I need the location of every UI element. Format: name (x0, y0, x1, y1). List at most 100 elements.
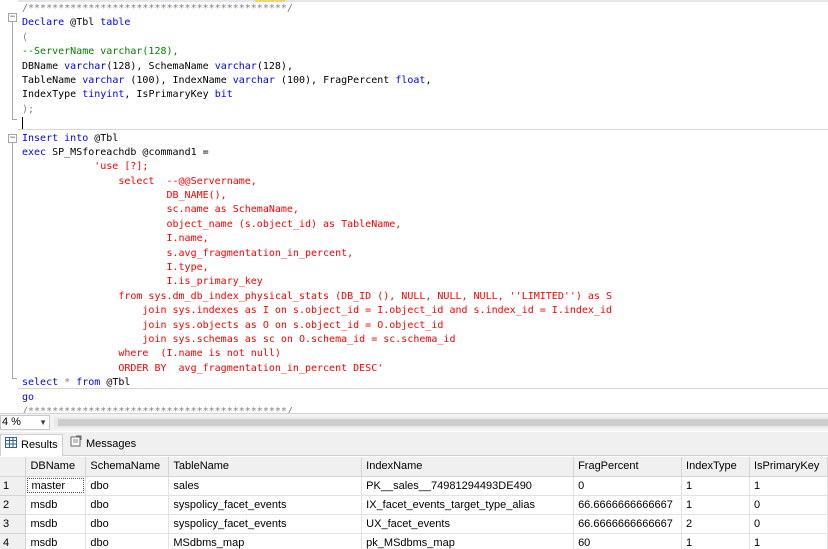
tab-results[interactable]: Results (0, 434, 63, 456)
code-line: object_name (s.object_id) as TableName, (22, 218, 828, 232)
code-line: IndexType tinyint, IsPrimaryKey bit (22, 88, 828, 102)
column-header[interactable]: TableName (168, 457, 363, 477)
scrollbar-thumb[interactable] (58, 419, 828, 426)
code-token: s.avg_fragmentation_in_percent, (22, 247, 354, 259)
grid-cell[interactable]: 1 (681, 476, 750, 496)
code-line: from sys.dm_db_index_physical_stats (DB_… (22, 290, 828, 304)
grid-cell[interactable]: dbo (85, 533, 170, 549)
code-token: @Tbl (64, 17, 101, 29)
code-line: Insert into @Tbl (22, 132, 828, 146)
grid-cell[interactable]: UX_facet_events (361, 514, 575, 534)
column-header[interactable]: FragPercent (573, 457, 683, 477)
code-token: (128), (256, 60, 293, 72)
grid-cell[interactable]: 1 (749, 533, 828, 549)
code-token: I.name, (22, 233, 209, 245)
grid-cell[interactable]: syspolicy_facet_events (168, 514, 363, 534)
code-token: --ServerName varchar(128), (22, 46, 179, 58)
grid-cell[interactable]: 0 (749, 514, 828, 534)
grid-cell[interactable]: syspolicy_facet_events (168, 495, 363, 515)
code-token: ( (22, 31, 29, 43)
code-line (22, 117, 828, 131)
grid-cell[interactable]: dbo (85, 514, 170, 534)
code-token: ); (22, 103, 35, 115)
grid-corner[interactable] (0, 457, 27, 477)
grid-cell[interactable]: 0 (573, 476, 683, 496)
grid-cell[interactable]: PK__sales__74981294493DE490 (361, 476, 575, 496)
code-line: DB_NAME(), (22, 189, 828, 203)
grid-cell[interactable]: pk_MSdbms_map (361, 533, 575, 549)
row-number[interactable]: 1 (0, 476, 27, 496)
code-token: @Tbl (88, 132, 119, 144)
code-token: , IsPrimaryKey (124, 89, 215, 101)
collapse-insert-icon[interactable]: − (8, 134, 17, 143)
code-token: (128), SchemaName (106, 60, 215, 72)
code-token: table (100, 17, 131, 29)
code-token: join sys.objects as O on s.object_id = O… (22, 319, 444, 331)
collapse-declare-icon[interactable]: − (8, 13, 17, 22)
code-line: join sys.schemas as sc on O.schema_id = … (22, 333, 828, 347)
code-line: s.avg_fragmentation_in_percent, (22, 247, 828, 261)
grid-cell[interactable]: IX_facet_events_target_type_alias (361, 495, 575, 515)
code-token: varchar (232, 74, 275, 86)
grid-cell[interactable]: msdb (25, 514, 87, 534)
code-line: I.name, (22, 232, 828, 246)
grid-cell[interactable]: 1 (681, 533, 750, 549)
table-row[interactable]: 3 msdb dbo syspolicy_facet_events UX_facet_e… (0, 514, 828, 534)
grid-header-row: DBName SchemaName TableName IndexName FragPe… (0, 457, 828, 477)
code-token: where (I.name is not null) (22, 348, 281, 360)
code-token: 'use [?]; (22, 161, 149, 173)
grid-cell[interactable]: 0 (749, 495, 828, 515)
grid-cell[interactable]: 1 (681, 495, 750, 515)
code-line: ( (22, 31, 828, 45)
query-editor[interactable]: − − /***********************************… (0, 0, 828, 413)
grid-cell[interactable]: 66.6666666666667 (573, 495, 683, 515)
code-token: varchar (64, 60, 107, 72)
horizontal-scrollbar[interactable] (54, 417, 828, 428)
code-token: join sys.schemas as sc on O.schema_id = … (22, 333, 456, 345)
column-header[interactable]: IndexName (361, 457, 575, 477)
zoom-dropdown[interactable]: 4 % ▼ (0, 415, 50, 430)
code-token: IndexType (22, 89, 83, 101)
code-token: DB_NAME(), (22, 190, 227, 202)
row-number[interactable]: 4 (0, 533, 27, 549)
chevron-down-icon[interactable]: ▼ (39, 416, 47, 429)
code-text[interactable]: /***************************************… (22, 2, 828, 413)
code-token: go (22, 391, 35, 403)
column-header[interactable]: DBName (25, 457, 87, 477)
code-line: 'use [?]; (22, 160, 828, 174)
grid-cell[interactable]: msdb (25, 533, 87, 549)
grid-cell[interactable]: 60 (573, 533, 683, 549)
selected-cell[interactable]: master (25, 476, 87, 496)
tab-messages-label: Messages (86, 438, 137, 450)
code-token: bit (214, 89, 233, 101)
code-token: (100), FragPercent (274, 74, 396, 86)
code-token: sc.name as SchemaName, (22, 204, 299, 216)
results-tab-strip: Results Messages (0, 432, 828, 456)
code-line: TableName varchar (100), IndexName varch… (22, 74, 828, 88)
grid-cell[interactable]: 1 (749, 476, 828, 496)
row-number[interactable]: 2 (0, 495, 27, 515)
code-line: join sys.indexes as I on s.object_id = I… (22, 304, 828, 318)
code-token: SP_MSforeachdb @command1 = (46, 146, 209, 158)
table-row[interactable]: 4 msdb dbo MSdbms_map pk_MSdbms_map 60 1 1 (0, 533, 828, 549)
grid-cell[interactable]: sales (168, 476, 363, 496)
row-number[interactable]: 3 (0, 514, 27, 534)
grid-cell[interactable]: msdb (25, 495, 87, 515)
code-line: select --@@Servername, (22, 175, 828, 189)
grid-cell[interactable]: dbo (85, 476, 170, 496)
code-line: sc.name as SchemaName, (22, 203, 828, 217)
grid-cell[interactable]: MSdbms_map (168, 533, 363, 549)
grid-cell[interactable]: dbo (85, 495, 170, 515)
code-token: into (64, 132, 89, 144)
grid-cell[interactable]: 66.6666666666667 (573, 514, 683, 534)
text-caret (22, 117, 23, 130)
grid-cell[interactable]: 2 (681, 514, 750, 534)
table-row[interactable]: 2 msdb dbo syspolicy_facet_events IX_facet_e… (0, 495, 828, 515)
column-header[interactable]: SchemaName (85, 457, 170, 477)
results-grid[interactable]: DBName SchemaName TableName IndexName FragPe… (0, 457, 828, 549)
column-header[interactable]: IndexType (681, 457, 750, 477)
column-header[interactable]: IsPrimaryKey (749, 457, 828, 477)
table-row[interactable]: 1 master dbo sales PK__sales__74981294493DE4… (0, 476, 828, 496)
code-token: float (395, 74, 426, 86)
tab-messages[interactable]: Messages (66, 434, 140, 456)
